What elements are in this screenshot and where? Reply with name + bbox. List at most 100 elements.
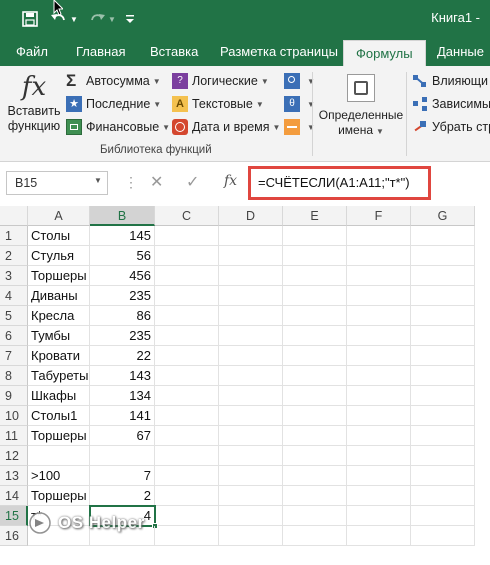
empty-cell[interactable] [155,486,219,506]
insert-function-icon[interactable]: fx [224,173,237,189]
empty-cell[interactable] [155,446,219,466]
empty-cell[interactable] [219,306,283,326]
select-all-corner[interactable] [0,206,28,226]
empty-cell[interactable] [347,306,411,326]
cell-a2[interactable]: Стулья [28,246,90,266]
row-header[interactable]: 10 [0,406,28,426]
cell-b3[interactable]: 456 [90,266,155,286]
cell-b9[interactable]: 134 [90,386,155,406]
column-header-f[interactable]: F [347,206,411,226]
customize-qat-icon[interactable] [122,8,138,30]
tab-page-layout[interactable]: Разметка страницы [220,38,338,66]
empty-cell[interactable] [283,466,347,486]
trace-dependents-button[interactable]: Зависимы [412,96,490,112]
row-header[interactable]: 7 [0,346,28,366]
column-header-a[interactable]: A [28,206,90,226]
empty-cell[interactable] [411,526,475,546]
empty-cell[interactable] [283,386,347,406]
empty-cell[interactable] [155,326,219,346]
tab-file[interactable]: Файл [16,38,48,66]
empty-cell[interactable] [283,506,347,526]
row-header[interactable]: 14 [0,486,28,506]
empty-cell[interactable] [283,246,347,266]
cell-b11[interactable]: 67 [90,426,155,446]
column-header-c[interactable]: C [155,206,219,226]
autosum-button[interactable]: Σ Автосумма ▼ [66,72,161,89]
row-header[interactable]: 8 [0,366,28,386]
row-header[interactable]: 6 [0,326,28,346]
empty-cell[interactable] [155,366,219,386]
column-header-e[interactable]: E [283,206,347,226]
cell-a7[interactable]: Кровати [28,346,90,366]
empty-cell[interactable] [219,386,283,406]
empty-cell[interactable] [347,366,411,386]
cell-b7[interactable]: 22 [90,346,155,366]
empty-cell[interactable] [347,326,411,346]
cell-a8[interactable]: Табуреты [28,366,90,386]
empty-cell[interactable] [155,246,219,266]
empty-cell[interactable] [155,346,219,366]
cell-a10[interactable]: Столы1 [28,406,90,426]
row-header[interactable]: 11 [0,426,28,446]
empty-cell[interactable] [219,526,283,546]
row-header[interactable]: 1 [0,226,28,246]
math-trig-button[interactable]: θ ▼ [284,96,315,112]
trace-precedents-button[interactable]: Влияющи [412,73,488,89]
cell-b14[interactable]: 2 [90,486,155,506]
empty-cell[interactable] [347,286,411,306]
empty-cell[interactable] [219,326,283,346]
empty-cell[interactable] [411,286,475,306]
cancel-icon[interactable]: ✕ [150,172,163,192]
empty-cell[interactable] [283,406,347,426]
empty-cell[interactable] [411,486,475,506]
empty-cell[interactable] [283,306,347,326]
empty-cell[interactable] [411,246,475,266]
cell-b1[interactable]: 145 [90,226,155,246]
remove-arrows-button[interactable]: Убрать стр [412,119,490,135]
empty-cell[interactable] [347,406,411,426]
tab-formulas[interactable]: Формулы [343,40,426,67]
cell-b8[interactable]: 143 [90,366,155,386]
empty-cell[interactable] [347,346,411,366]
defined-names-button[interactable]: Определенные имена ▼ [318,70,404,142]
tab-data[interactable]: Данные [437,38,484,66]
empty-cell[interactable] [155,426,219,446]
cell-a5[interactable]: Кресла [28,306,90,326]
empty-cell[interactable] [347,526,411,546]
empty-cell[interactable] [347,486,411,506]
empty-cell[interactable] [219,446,283,466]
cell-a1[interactable]: Столы [28,226,90,246]
empty-cell[interactable] [411,446,475,466]
empty-cell[interactable] [283,446,347,466]
empty-cell[interactable] [219,506,283,526]
row-header[interactable]: 4 [0,286,28,306]
empty-cell[interactable] [155,306,219,326]
empty-cell[interactable] [155,506,219,526]
empty-cell[interactable] [219,486,283,506]
save-icon[interactable] [18,8,42,30]
empty-cell[interactable] [155,526,219,546]
cell-a12[interactable] [28,446,90,466]
recent-functions-button[interactable]: ★ Последние ▼ [66,96,161,112]
empty-cell[interactable] [283,346,347,366]
financial-functions-button[interactable]: Финансовые ▼ [66,119,170,135]
name-box[interactable]: B15 [6,171,108,195]
row-header[interactable]: 9 [0,386,28,406]
empty-cell[interactable] [347,246,411,266]
cell-b10[interactable]: 141 [90,406,155,426]
empty-cell[interactable] [219,466,283,486]
logical-functions-button[interactable]: ? Логические ▼ [172,73,269,89]
tab-home[interactable]: Главная [76,38,125,66]
empty-cell[interactable] [411,346,475,366]
empty-cell[interactable] [347,266,411,286]
cell-a14[interactable]: Торшеры [28,486,90,506]
column-header-d[interactable]: D [219,206,283,226]
row-header[interactable]: 5 [0,306,28,326]
empty-cell[interactable] [155,226,219,246]
cell-a9[interactable]: Шкафы [28,386,90,406]
empty-cell[interactable] [411,366,475,386]
empty-cell[interactable] [155,286,219,306]
empty-cell[interactable] [411,386,475,406]
row-header[interactable]: 12 [0,446,28,466]
empty-cell[interactable] [219,286,283,306]
